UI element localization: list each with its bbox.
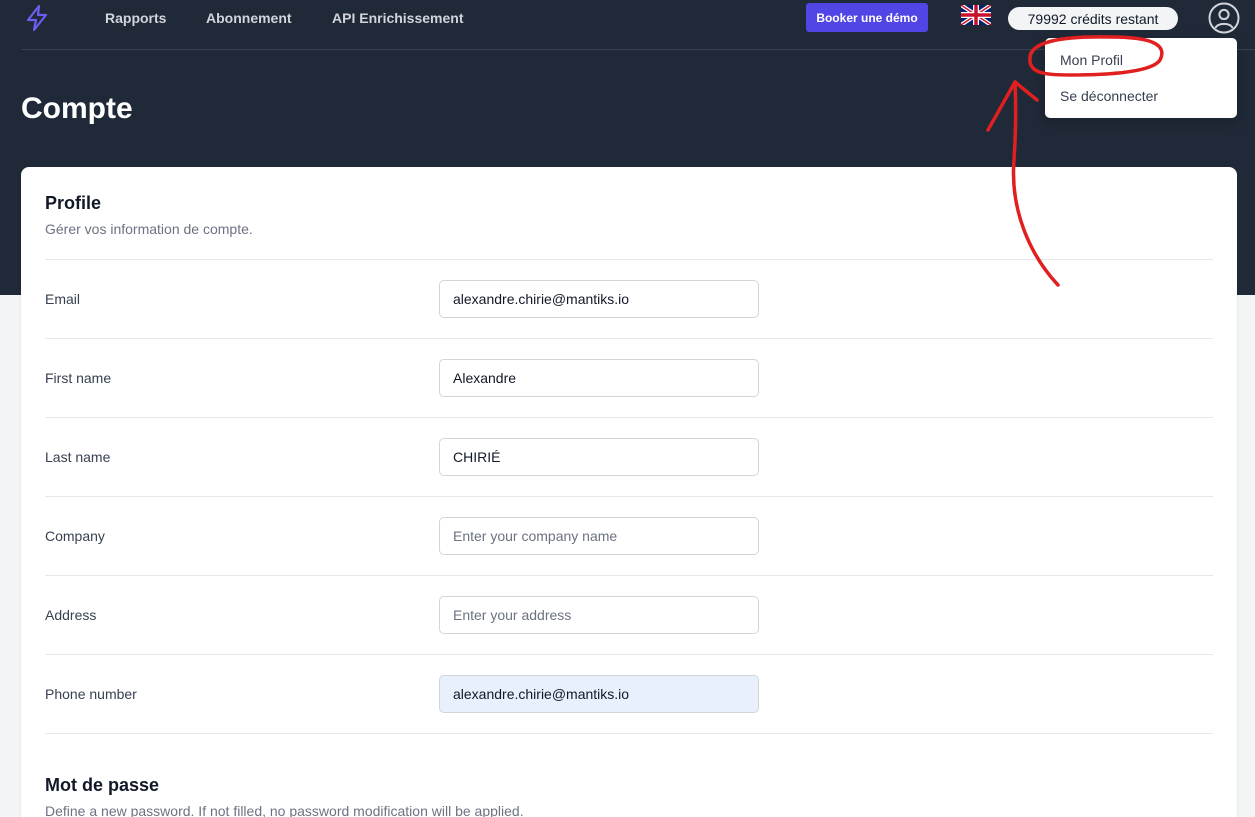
address-label: Address <box>45 607 97 623</box>
divider <box>45 259 1213 260</box>
email-label: Email <box>45 291 81 307</box>
last-name-label: Last name <box>45 449 111 465</box>
last-name-field[interactable] <box>439 438 759 476</box>
menu-item-my-profile[interactable]: Mon Profil <box>1060 52 1123 68</box>
password-section-description: Define a new password. If not filled, no… <box>45 803 524 817</box>
company-field[interactable] <box>439 517 759 555</box>
address-field[interactable] <box>439 596 759 634</box>
page-title: Compte <box>21 92 133 125</box>
nav-link-abonnement[interactable]: Abonnement <box>206 10 292 26</box>
menu-item-logout[interactable]: Se déconnecter <box>1060 88 1158 104</box>
lightning-bolt-icon[interactable] <box>24 4 50 32</box>
divider <box>45 654 1213 655</box>
nav-link-api-enrichissement[interactable]: API Enrichissement <box>332 10 464 26</box>
divider <box>45 496 1213 497</box>
account-card: Profile Gérer vos information de compte.… <box>21 167 1237 817</box>
password-section-title: Mot de passe <box>45 775 160 795</box>
nav-link-rapports[interactable]: Rapports <box>105 10 166 26</box>
user-dropdown-menu: Mon Profil Se déconnecter <box>1045 38 1237 118</box>
profile-section-title: Profile <box>45 193 102 213</box>
phone-number-label: Phone number <box>45 686 137 702</box>
credits-badge: 79992 crédits restant <box>1008 7 1178 30</box>
first-name-label: First name <box>45 370 112 386</box>
phone-number-field[interactable] <box>439 675 759 713</box>
profile-section-description: Gérer vos information de compte. <box>45 221 253 237</box>
company-label: Company <box>45 528 105 544</box>
divider <box>45 575 1213 576</box>
divider <box>45 733 1213 734</box>
divider <box>45 338 1213 339</box>
divider <box>45 417 1213 418</box>
book-demo-button[interactable]: Booker une démo <box>806 3 928 32</box>
user-circle-icon[interactable] <box>1208 2 1240 34</box>
email-field[interactable] <box>439 280 759 318</box>
uk-flag-icon[interactable] <box>961 5 991 25</box>
first-name-field[interactable] <box>439 359 759 397</box>
